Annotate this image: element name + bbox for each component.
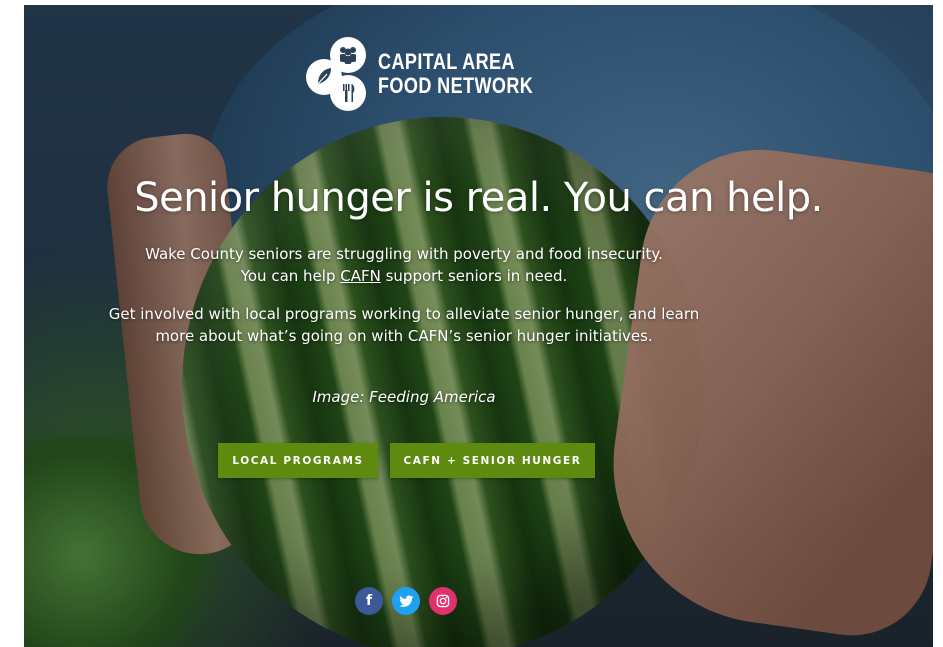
cafn-senior-hunger-button[interactable]: CAFN + SENIOR HUNGER xyxy=(390,443,595,478)
local-programs-button[interactable]: LOCAL PROGRAMS xyxy=(218,443,378,478)
hero-intro-paragraph: Wake County seniors are struggling with … xyxy=(134,243,674,287)
image-credit: Image: Feeding America xyxy=(312,388,496,406)
instagram-camera-icon xyxy=(436,594,450,608)
twitter-bird-icon xyxy=(398,594,413,607)
cafn-link[interactable]: CAFN xyxy=(340,267,381,285)
site-logo[interactable]: CAPITAL AREA FOOD NETWORK xyxy=(306,37,567,111)
intro-text-end: support seniors in need. xyxy=(380,267,568,285)
logo-mark xyxy=(306,37,372,111)
logo-line-1: CAPITAL AREA xyxy=(378,49,515,74)
logo-line-2: FOOD NETWORK xyxy=(378,73,534,98)
hero-headline: Senior hunger is real. You can help. xyxy=(134,175,823,221)
hero-get-involved-paragraph: Get involved with local programs working… xyxy=(108,305,700,345)
facebook-icon[interactable]: f xyxy=(355,587,383,615)
facebook-glyph: f xyxy=(365,593,373,609)
fork-knife-icon xyxy=(330,75,366,111)
hero-page: CAPITAL AREA FOOD NETWORK Senior hunger … xyxy=(24,5,933,647)
instagram-icon[interactable] xyxy=(429,587,457,615)
logo-wordmark: CAPITAL AREA FOOD NETWORK xyxy=(378,50,533,98)
twitter-icon[interactable] xyxy=(392,587,420,615)
